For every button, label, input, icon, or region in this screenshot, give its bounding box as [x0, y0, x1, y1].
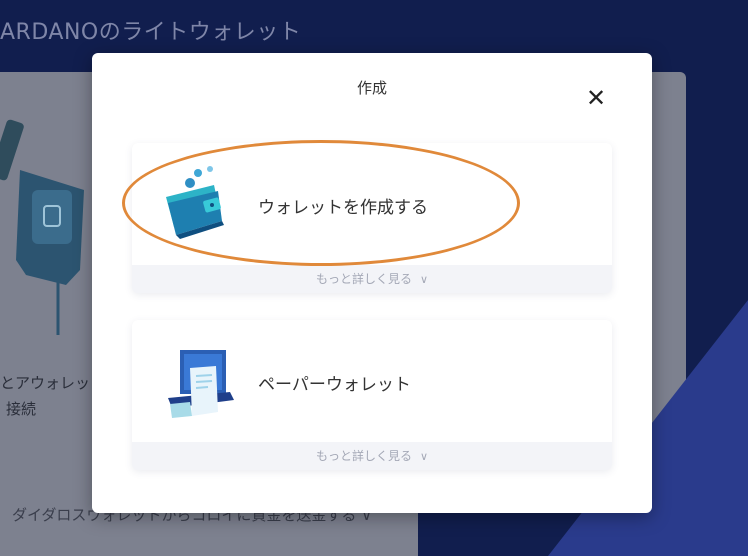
create-wallet-button[interactable]: ウォレットを作成する — [132, 143, 612, 265]
hardware-wallet-icon — [0, 119, 84, 335]
modal-title: 作成 — [356, 79, 387, 97]
option-create-wallet: ウォレットを作成する もっと詳しく見る ∨ — [132, 143, 612, 293]
background-connect-text: とアウォレット — [0, 374, 106, 392]
option-paper-wallet: ペーパーウォレット もっと詳しく見る ∨ — [132, 320, 612, 470]
chevron-down-icon: ∨ — [419, 450, 429, 463]
learn-more-link[interactable]: もっと詳しく見る ∨ — [132, 265, 612, 293]
learn-more-label: もっと詳しく見る — [315, 272, 412, 286]
learn-more-label: もっと詳しく見る — [315, 449, 412, 463]
background-connect-text-2: 接続 — [6, 400, 37, 418]
page-title: ARDANOのライトウォレット — [0, 20, 302, 45]
learn-more-link[interactable]: もっと詳しく見る ∨ — [132, 442, 612, 470]
paper-wallet-label: ペーパーウォレット — [258, 375, 411, 395]
close-button[interactable]: ✕ — [584, 86, 608, 110]
create-wallet-modal: 作成 ✕ ウォレットを作成する もっと詳しく見る ∨ ペーパーウォレット もっと… — [92, 53, 652, 513]
wallet-icon — [166, 166, 224, 239]
create-wallet-label: ウォレットを作成する — [258, 198, 428, 218]
paper-wallet-button[interactable]: ペーパーウォレット — [132, 320, 612, 442]
chevron-down-icon: ∨ — [419, 273, 429, 286]
paper-wallet-icon — [168, 350, 234, 418]
